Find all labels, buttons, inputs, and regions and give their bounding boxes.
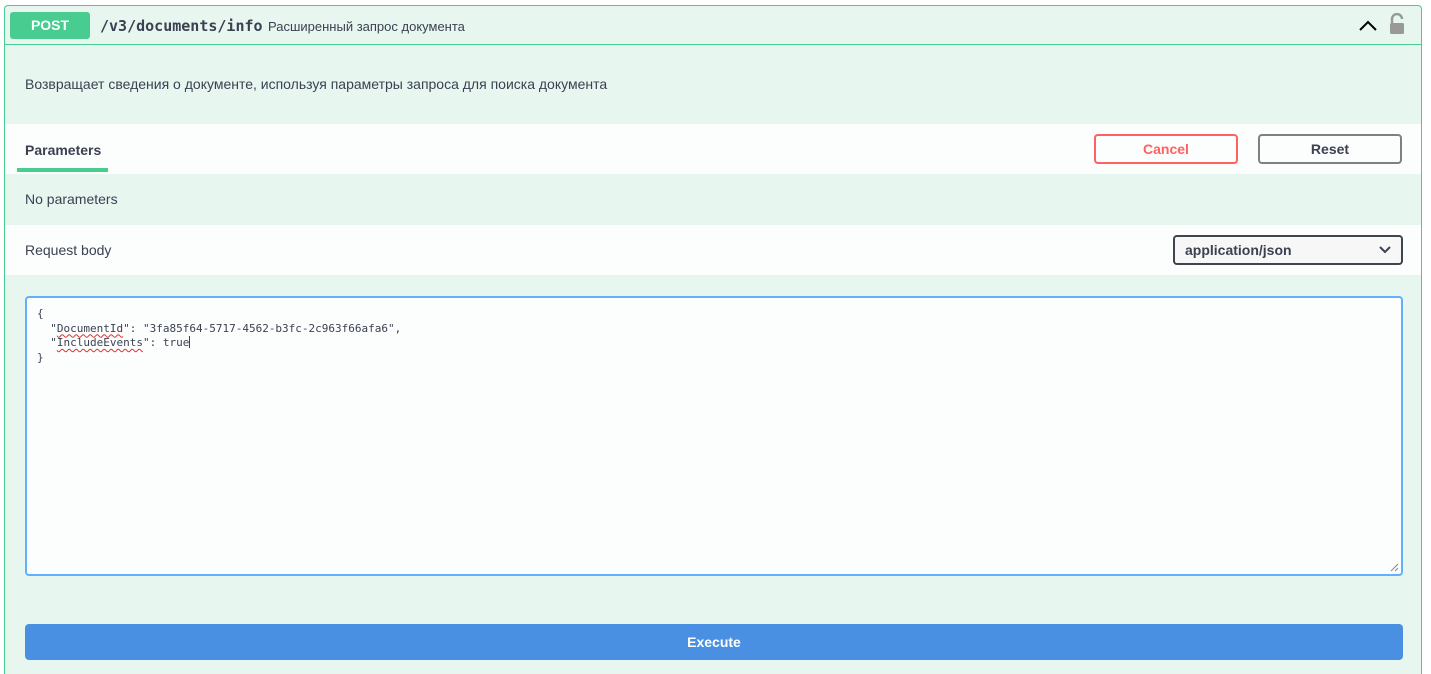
endpoint-path: /v3/documents/info [100,17,263,35]
http-method-badge: POST [10,12,90,39]
request-body-editor[interactable]: { "DocumentId": "3fa85f64-5717-4562-b3fc… [25,296,1403,576]
reset-button[interactable]: Reset [1258,134,1402,164]
endpoint-summary: Расширенный запрос документа [268,19,465,34]
request-body-label: Request body [25,242,112,258]
operation-block: POST /v3/documents/info Расширенный запр… [4,5,1422,674]
resize-handle-icon[interactable] [1389,562,1399,572]
json-value-include-events: true [162,336,190,349]
content-type-select[interactable]: application/json [1173,235,1403,265]
content-type-value: application/json [1185,242,1292,258]
execute-button[interactable]: Execute [25,624,1403,660]
json-key-document-id: DocumentId [56,321,124,335]
chevron-up-icon[interactable] [1358,16,1378,36]
json-open-brace: { [37,307,44,320]
text-caret [189,336,191,348]
json-value-document-id: "3fa85f64-5717-4562-b3fc-2c963f66afa6", [142,321,402,335]
parameters-header: Parameters Cancel Reset [5,124,1421,174]
request-body-header: Request body application/json [5,225,1421,275]
json-close-brace: } [37,350,44,364]
tab-parameters[interactable]: Parameters [25,142,101,158]
operation-summary[interactable]: POST /v3/documents/info Расширенный запр… [5,6,1421,45]
operation-description: Возвращает сведения о документе, использ… [25,76,608,92]
no-parameters-text: No parameters [25,191,118,207]
tab-active-indicator [17,168,108,172]
chevron-down-icon [1379,246,1391,254]
cancel-button[interactable]: Cancel [1094,134,1238,164]
lock-icon[interactable] [1388,13,1406,35]
json-key-include-events: IncludeEvents [56,336,143,349]
